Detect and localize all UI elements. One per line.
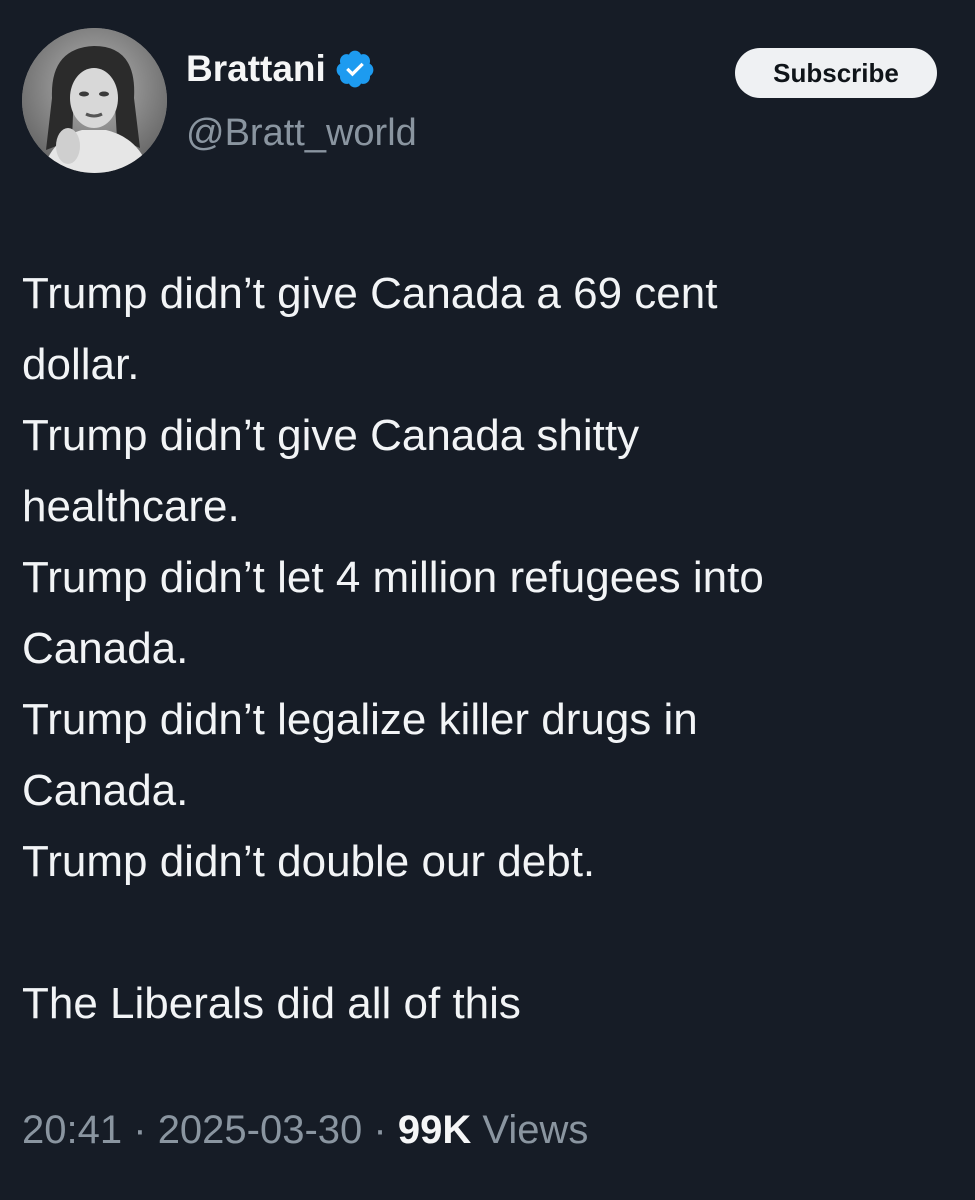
tweet-line: healthcare. — [22, 482, 240, 531]
display-name-text: Brattani — [186, 48, 326, 89]
tweet-screenshot: Brattani @Bratt_world Subscribe Trump di… — [0, 0, 975, 1200]
tweet-date[interactable]: 2025-03-30 — [158, 1108, 363, 1152]
views-count[interactable]: 99K — [398, 1108, 471, 1152]
tweet-line: Canada. — [22, 766, 189, 815]
tweet-line: Trump didn’t give Canada shitty — [22, 411, 640, 460]
tweet-line: Trump didn’t double our debt. — [22, 837, 596, 886]
tweet-line: Trump didn’t give Canada a 69 cent — [22, 269, 718, 318]
tweet-line: Canada. — [22, 624, 189, 673]
tweet-meta: 20:41 · 2025-03-30 · 99K Views — [22, 1108, 588, 1153]
tweet-time[interactable]: 20:41 — [22, 1108, 122, 1152]
meta-separator: · — [373, 1108, 387, 1152]
tweet-line: dollar. — [22, 340, 140, 389]
avatar[interactable] — [22, 28, 167, 173]
tweet-line: Trump didn’t let 4 million refugees into — [22, 553, 764, 602]
meta-separator: · — [133, 1108, 147, 1152]
subscribe-button[interactable]: Subscribe — [735, 48, 937, 98]
tweet-closing-line: The Liberals did all of this — [22, 979, 521, 1028]
display-name[interactable]: Brattani — [186, 48, 376, 90]
profile-photo-icon — [22, 28, 167, 173]
tweet-text: Trump didn’t give Canada a 69 cent dolla… — [22, 258, 952, 1039]
user-handle[interactable]: @Bratt_world — [186, 112, 417, 155]
paragraph-break — [22, 897, 952, 968]
tweet-line: Trump didn’t legalize killer drugs in — [22, 695, 698, 744]
views-label: Views — [482, 1108, 589, 1152]
verified-badge-icon — [334, 48, 376, 90]
